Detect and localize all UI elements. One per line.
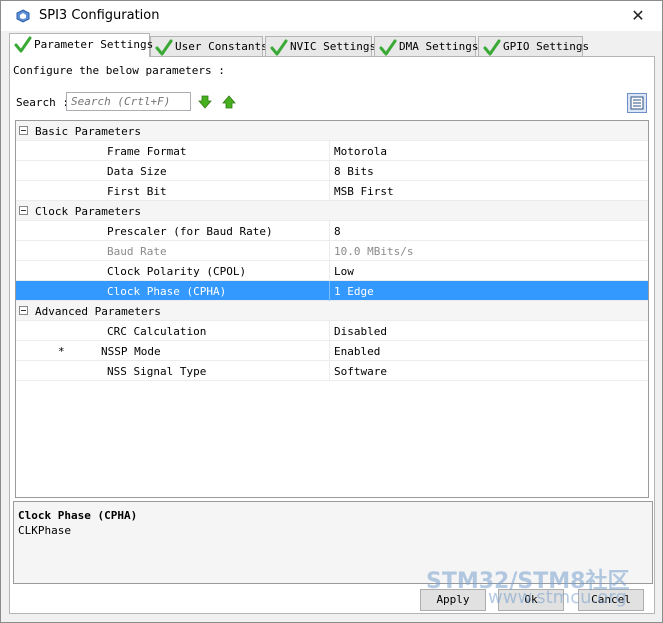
group-advanced-parameters[interactable]: Advanced Parameters: [16, 301, 648, 321]
param-row-prescaler[interactable]: Prescaler (for Baud Rate) 8: [16, 221, 648, 241]
param-value[interactable]: Motorola: [334, 145, 387, 158]
param-value[interactable]: Disabled: [334, 325, 387, 338]
watermark-url: www.stmcu.org: [488, 587, 627, 608]
list-view-icon: [630, 96, 644, 110]
close-icon: ✕: [631, 6, 645, 25]
param-value[interactable]: Low: [334, 265, 354, 278]
spi3-configuration-dialog: SPI3 Configuration ✕ Parameter Settings …: [0, 0, 663, 623]
param-name: Frame Format: [107, 145, 187, 158]
group-title: Basic Parameters: [35, 125, 141, 138]
app-icon: [16, 9, 30, 23]
param-row-clock-phase[interactable]: Clock Phase (CPHA) 1 Edge: [16, 281, 648, 301]
description-text: CLKPhase: [18, 524, 71, 537]
param-name: NSS Signal Type: [107, 365, 207, 378]
param-row-nss-signal-type[interactable]: NSS Signal Type Software: [16, 361, 648, 381]
group-title: Advanced Parameters: [35, 305, 161, 318]
checkmark-icon: [155, 39, 173, 56]
param-value[interactable]: 8 Bits: [334, 165, 374, 178]
tab-label: Parameter Settings: [34, 38, 154, 51]
tab-user-constants[interactable]: User Constants: [150, 36, 268, 56]
checkmark-icon: [483, 39, 501, 56]
checkmark-icon: [14, 36, 32, 53]
param-name: Prescaler (for Baud Rate): [107, 225, 273, 238]
parameter-settings-panel: Configure the below parameters : Search …: [9, 56, 655, 614]
param-value: 10.0 MBits/s: [334, 245, 414, 258]
group-basic-parameters[interactable]: Basic Parameters: [16, 121, 648, 141]
tab-nvic-settings[interactable]: NVIC Settings: [265, 36, 376, 56]
tab-label: User Constants: [175, 40, 268, 53]
search-previous-arrow-up-icon[interactable]: [222, 95, 236, 109]
param-name: Clock Polarity (CPOL): [107, 265, 247, 278]
search-label: Search :: [16, 96, 69, 109]
checkmark-icon: [379, 39, 397, 56]
param-row-frame-format[interactable]: Frame Format Motorola: [16, 141, 648, 161]
tab-gpio-settings[interactable]: GPIO Settings: [478, 36, 589, 56]
modified-marker: *: [58, 345, 65, 358]
group-clock-parameters[interactable]: Clock Parameters: [16, 201, 648, 221]
param-row-data-size[interactable]: Data Size 8 Bits: [16, 161, 648, 181]
param-name: Baud Rate: [107, 245, 167, 258]
checkmark-icon: [270, 39, 288, 56]
collapse-icon[interactable]: [19, 306, 28, 315]
view-mode-button[interactable]: [627, 93, 647, 113]
panel-heading: Configure the below parameters :: [13, 64, 225, 77]
param-name: CRC Calculation: [107, 325, 207, 338]
param-value[interactable]: MSB First: [334, 185, 394, 198]
param-row-nssp-mode[interactable]: * NSSP Mode Enabled: [16, 341, 648, 361]
window-title: SPI3 Configuration: [39, 8, 160, 23]
param-name: Clock Phase (CPHA): [107, 285, 227, 298]
param-name: Data Size: [107, 165, 167, 178]
param-row-first-bit[interactable]: First Bit MSB First: [16, 181, 648, 201]
tab-dma-settings[interactable]: DMA Settings: [374, 36, 479, 56]
param-row-clock-polarity[interactable]: Clock Polarity (CPOL) Low: [16, 261, 648, 281]
tab-label: DMA Settings: [399, 40, 479, 53]
collapse-icon[interactable]: [19, 126, 28, 135]
param-row-crc-calculation[interactable]: CRC Calculation Disabled: [16, 321, 648, 341]
param-value[interactable]: 1 Edge: [334, 285, 374, 298]
search-input[interactable]: [66, 92, 191, 111]
param-value[interactable]: 8: [334, 225, 341, 238]
description-title: Clock Phase (CPHA): [18, 509, 138, 522]
param-value[interactable]: Software: [334, 365, 387, 378]
param-row-baud-rate: Baud Rate 10.0 MBits/s: [16, 241, 648, 261]
param-value[interactable]: Enabled: [334, 345, 380, 358]
param-name: First Bit: [107, 185, 167, 198]
group-title: Clock Parameters: [35, 205, 141, 218]
close-button[interactable]: ✕: [628, 6, 648, 26]
tab-label: NVIC Settings: [290, 40, 377, 53]
tab-parameter-settings[interactable]: Parameter Settings: [9, 33, 154, 57]
parameter-grid: Basic Parameters Frame Format Motorola D…: [15, 120, 649, 498]
title-bar: SPI3 Configuration ✕: [1, 1, 662, 31]
search-next-arrow-down-icon[interactable]: [198, 95, 212, 109]
collapse-icon[interactable]: [19, 206, 28, 215]
tab-label: GPIO Settings: [503, 40, 590, 53]
param-name: NSSP Mode: [101, 345, 161, 358]
